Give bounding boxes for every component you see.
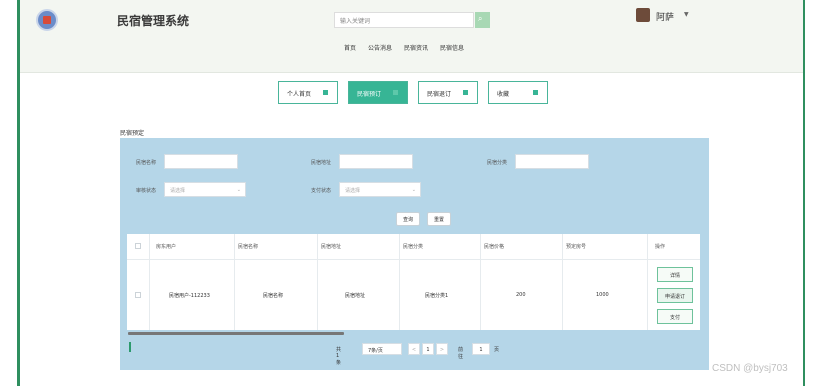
home-icon — [533, 90, 538, 95]
tab-cancel[interactable]: 民宿退订 — [418, 81, 478, 104]
next-page-button[interactable]: > — [436, 343, 448, 355]
addr-label: 民宿地址 — [311, 160, 332, 166]
page-number[interactable]: 1 — [422, 343, 434, 355]
nav-item-homestay[interactable]: 民宿信息 — [440, 43, 464, 52]
name-input[interactable] — [164, 154, 238, 169]
page-size-select[interactable]: 7条/页 — [362, 343, 402, 355]
site-title: 民宿管理系统 — [117, 14, 190, 28]
top-header: 民宿管理系统 输入关键词 ⌕ 阿萨 ▼ 首页 公告消息 民宿资讯 民宿信息 — [20, 0, 803, 73]
avatar[interactable] — [636, 8, 650, 22]
user-name[interactable]: 阿萨 — [656, 10, 674, 23]
col-divider — [480, 234, 481, 330]
select-placeholder: 请选择 — [345, 188, 361, 194]
goto-input[interactable]: 1 — [472, 343, 490, 355]
col-divider — [234, 234, 235, 330]
horizontal-scrollbar[interactable] — [128, 332, 344, 335]
nav-item-home[interactable]: 首页 — [344, 43, 356, 52]
select-all-checkbox[interactable] — [135, 243, 141, 249]
th-type: 民宿分类 — [403, 244, 424, 250]
col-divider — [317, 234, 318, 330]
home-icon — [323, 90, 328, 95]
addr-input[interactable] — [339, 154, 413, 169]
tab-bar: 个人首页 民宿预订 民宿退订 收藏 — [278, 81, 558, 104]
cell-room: 1000 — [596, 292, 609, 298]
logo-icon[interactable] — [36, 9, 58, 31]
th-room: 预定房号 — [566, 244, 587, 250]
col-divider — [647, 234, 648, 330]
chevron-down-icon: ⌄ — [236, 187, 241, 193]
tab-profile[interactable]: 个人首页 — [278, 81, 338, 104]
tab-booking[interactable]: 民宿预订 — [348, 81, 408, 104]
select-placeholder: 请选择 — [170, 188, 186, 194]
col-divider — [562, 234, 563, 330]
chevron-down-icon: ⌄ — [411, 187, 416, 193]
th-name: 民宿名称 — [238, 244, 259, 250]
search-icon: ⌕ — [478, 14, 483, 23]
main-nav: 首页 公告消息 民宿资讯 民宿信息 — [344, 43, 464, 52]
review-label: 审核状态 — [136, 188, 157, 194]
tab-label: 个人首页 — [287, 91, 312, 98]
cell-type: 民宿分类1 — [425, 293, 449, 299]
header-divider — [127, 259, 700, 260]
detail-button[interactable]: 详情 — [657, 267, 693, 282]
tab-label: 收藏 — [497, 91, 510, 98]
panel-title: 民宿预定 — [120, 130, 145, 137]
cell-price: 200 — [516, 292, 526, 298]
nav-item-news[interactable]: 民宿资讯 — [404, 43, 428, 52]
reset-button[interactable]: 重置 — [427, 212, 451, 226]
col-divider — [399, 234, 400, 330]
search-input[interactable]: 输入关键词 — [334, 12, 474, 28]
query-button[interactable]: 查询 — [396, 212, 420, 226]
th-address: 民宿地址 — [321, 244, 342, 250]
goto-label: 前往 — [458, 347, 464, 360]
pay-label: 支付状态 — [311, 188, 332, 194]
pager-total: 共 1 条 — [336, 347, 342, 366]
tab-label: 民宿预订 — [357, 91, 382, 98]
tab-favorite[interactable]: 收藏 — [488, 81, 548, 104]
page-suffix: 页 — [494, 347, 500, 353]
prev-page-button[interactable]: < — [408, 343, 420, 355]
cell-address: 民宿地址 — [345, 293, 366, 299]
row-checkbox[interactable] — [135, 292, 141, 298]
watermark: CSDN @bysj703 — [712, 363, 788, 374]
pay-select[interactable]: 请选择 ⌄ — [339, 182, 421, 197]
chevron-down-icon[interactable]: ▼ — [684, 11, 689, 18]
type-label: 民宿分类 — [487, 160, 508, 166]
type-input[interactable] — [515, 154, 589, 169]
review-select[interactable]: 请选择 ⌄ — [164, 182, 246, 197]
pay-button[interactable]: 支付 — [657, 309, 693, 324]
home-icon — [393, 90, 398, 95]
col-divider — [149, 234, 150, 330]
cell-name: 民宿名称 — [263, 293, 284, 299]
name-label: 民宿名称 — [136, 160, 157, 166]
booking-table: 房东用户 民宿名称 民宿地址 民宿分类 民宿价格 预定房号 操作 民宿用户-11… — [127, 234, 700, 330]
tab-label: 民宿退订 — [427, 91, 452, 98]
green-marker — [129, 342, 131, 352]
th-ops: 操作 — [655, 244, 666, 250]
nav-item-notice[interactable]: 公告消息 — [368, 43, 392, 52]
cell-user: 民宿用户-112233 — [169, 293, 210, 299]
th-price: 民宿价格 — [484, 244, 505, 250]
th-user: 房东用户 — [156, 244, 177, 250]
search-button[interactable]: ⌕ — [475, 12, 490, 28]
cancel-request-button[interactable]: 申请退订 — [657, 288, 693, 303]
home-icon — [463, 90, 468, 95]
right-accent-bar — [803, 0, 805, 386]
